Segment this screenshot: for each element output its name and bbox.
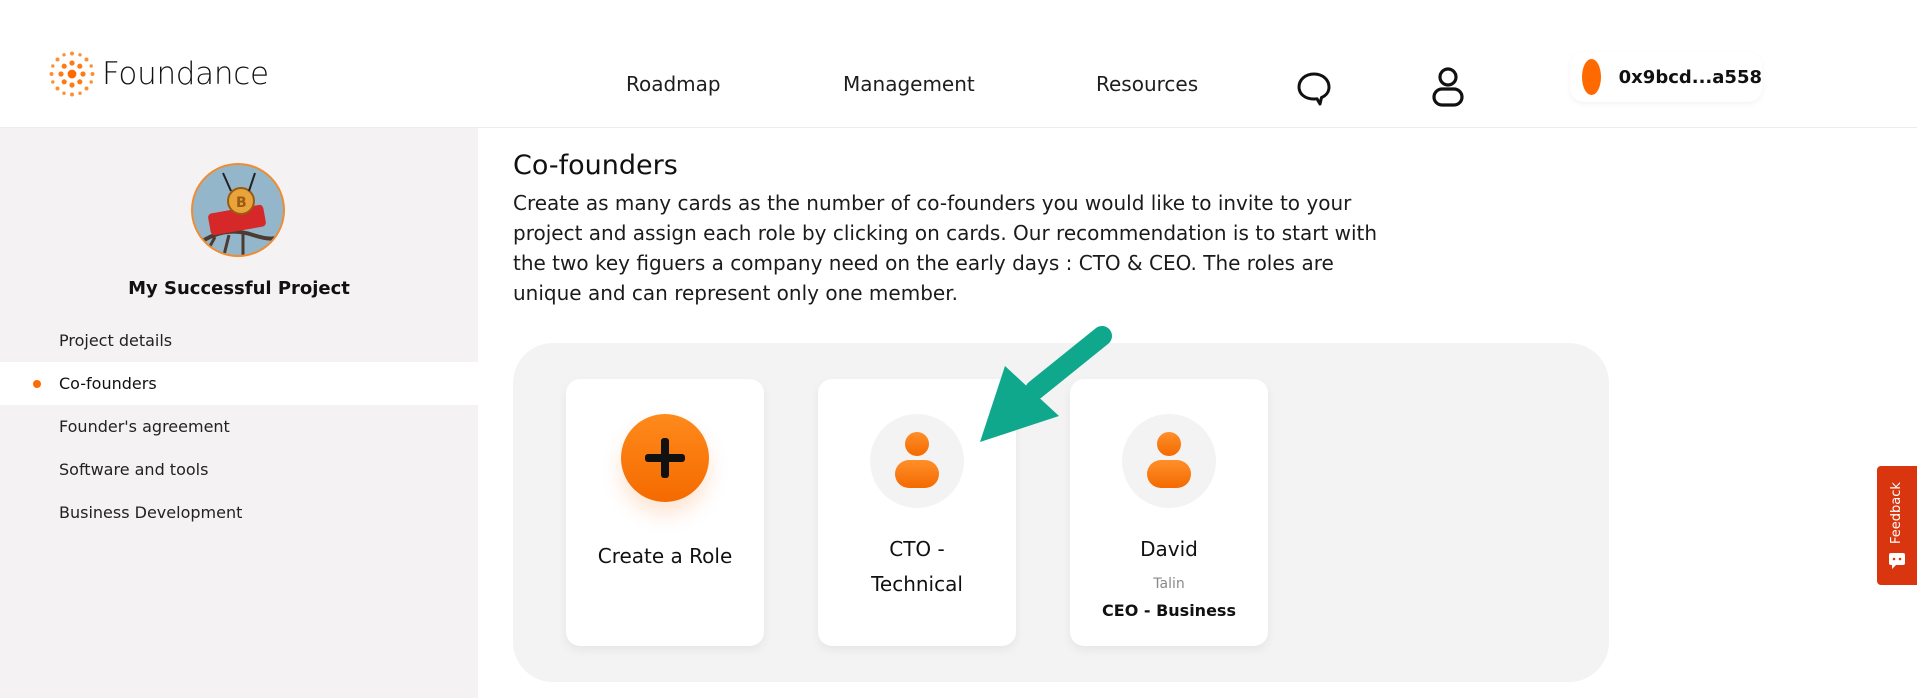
page-title: Co-founders xyxy=(513,150,678,181)
member-role: CEO - Business xyxy=(1102,601,1236,620)
nav-management[interactable]: Management xyxy=(843,72,975,96)
sidebar: B My Successful Project Project details … xyxy=(0,128,478,698)
role-title-line-1: CTO - xyxy=(889,537,945,561)
active-indicator xyxy=(33,380,41,388)
page: Foundance Roadmap Management Resources 0… xyxy=(0,0,1917,698)
sidebar-item-label: Software and tools xyxy=(59,460,209,479)
feedback-label: Feedback xyxy=(1889,482,1904,544)
project-avatar[interactable]: B xyxy=(191,163,285,257)
plus-icon xyxy=(621,414,709,502)
sidebar-item-business-development[interactable]: Business Development xyxy=(0,491,478,534)
user-icon[interactable] xyxy=(1430,66,1466,108)
page-description: Create as many cards as the number of co… xyxy=(513,191,1378,305)
member-subtitle: Talin xyxy=(1153,576,1185,592)
role-title-line-2: Technical xyxy=(871,572,963,596)
member-name: David xyxy=(1140,537,1198,561)
person-icon xyxy=(870,414,964,508)
sidebar-item-co-founders[interactable]: Co-founders xyxy=(0,362,478,405)
wallet-address: 0x9bcd...a558 xyxy=(1618,66,1762,88)
nav-roadmap[interactable]: Roadmap xyxy=(626,72,721,96)
feedback-chat-icon xyxy=(1889,553,1905,569)
sidebar-item-label: Business Development xyxy=(59,503,243,522)
logo-text: Foundance xyxy=(102,56,269,92)
wallet-avatar xyxy=(1582,59,1601,95)
logo-sunburst-icon xyxy=(49,51,95,97)
wallet-button[interactable]: 0x9bcd...a558 xyxy=(1570,52,1762,102)
project-name: My Successful Project xyxy=(128,278,350,299)
svg-text:B: B xyxy=(236,195,247,211)
feedback-tab[interactable]: Feedback xyxy=(1877,466,1917,585)
sidebar-item-label: Co-founders xyxy=(59,374,157,393)
sidebar-item-label: Project details xyxy=(59,331,173,350)
sidebar-item-founders-agreement[interactable]: Founder's agreement xyxy=(0,405,478,448)
annotation-arrow-icon xyxy=(980,326,1112,442)
create-role-label: Create a Role xyxy=(597,544,733,568)
sidebar-item-project-details[interactable]: Project details xyxy=(0,319,478,362)
create-role-card[interactable]: Create a Role xyxy=(566,379,764,646)
top-header: Foundance Roadmap Management Resources 0… xyxy=(0,0,1917,128)
chat-bubble-icon[interactable] xyxy=(1296,70,1332,106)
person-icon xyxy=(1122,414,1216,508)
sidebar-item-software-and-tools[interactable]: Software and tools xyxy=(0,448,478,491)
role-card-title: CTO - Technical xyxy=(818,532,1016,602)
foundance-logo[interactable]: Foundance xyxy=(48,50,269,98)
nav-resources[interactable]: Resources xyxy=(1096,72,1198,96)
sidebar-item-label: Founder's agreement xyxy=(59,417,230,436)
rollercoaster-bitcoin-image: B xyxy=(193,165,283,255)
